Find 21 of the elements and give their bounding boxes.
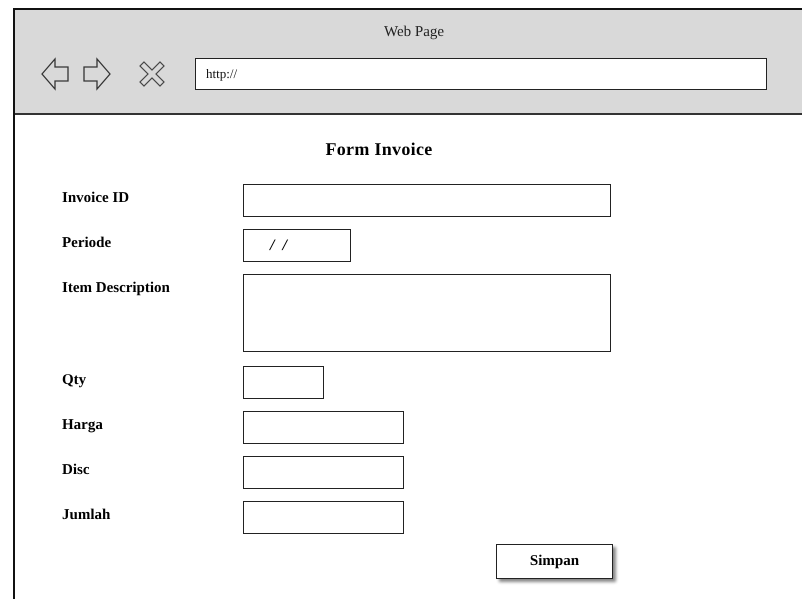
input-field[interactable] <box>243 184 611 217</box>
window-title: Web Page <box>382 24 446 41</box>
field-label: Qty <box>62 372 88 389</box>
field-label: Item Description <box>62 280 171 297</box>
input-field[interactable] <box>243 411 404 444</box>
field-label: Harga <box>62 417 104 434</box>
input-field[interactable] <box>243 456 404 489</box>
field-label: Disc <box>62 462 90 479</box>
save-button[interactable]: Simpan <box>496 544 613 579</box>
date-field[interactable]: / / <box>243 229 351 262</box>
input-field[interactable] <box>243 366 324 399</box>
field-label: Invoice ID <box>62 190 130 207</box>
field-label: Periode <box>62 235 112 252</box>
text-area[interactable] <box>243 274 611 352</box>
form-title: Form Invoice <box>324 139 434 160</box>
input-field[interactable] <box>243 501 404 534</box>
field-label: Jumlah <box>62 507 112 524</box>
back-arrow-icon[interactable] <box>41 57 69 91</box>
forward-arrow-icon[interactable] <box>83 57 111 91</box>
address-field[interactable]: http:// <box>195 58 767 90</box>
close-icon[interactable] <box>139 61 165 87</box>
